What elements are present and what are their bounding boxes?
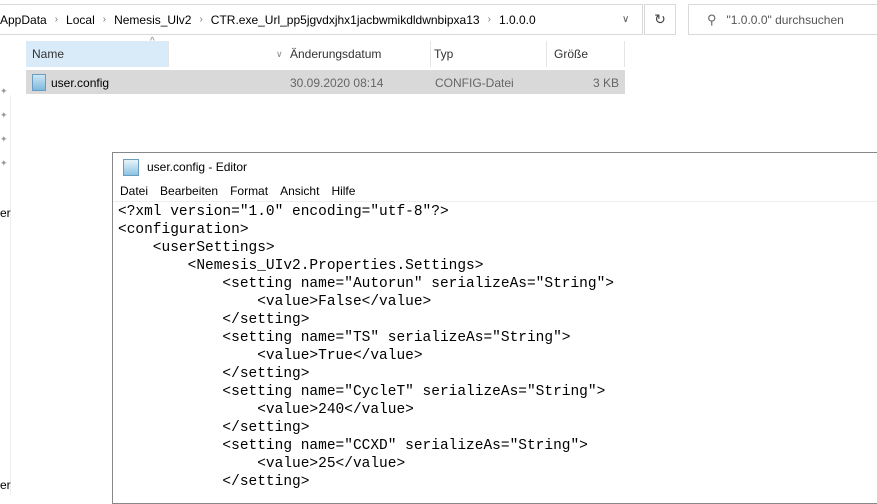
window-title: user.config - Editor [147, 160, 248, 174]
nav-item-fragment[interactable]: er [0, 206, 11, 220]
code-line: <Nemesis_UIv2.Properties.Settings> [118, 258, 484, 274]
refresh-icon: ↻ [654, 11, 666, 27]
address-bar[interactable]: AppData › Local › Nemesis_Ulv2 › CTR.exe_Ur… [0, 4, 643, 35]
code-line: <setting name="TS" serializeAs="String"> [118, 330, 571, 346]
code-line: <setting name="CCXD" serializeAs="String… [118, 438, 588, 454]
code-line: <value>True</value> [118, 348, 423, 364]
breadcrumb-version[interactable]: 1.0.0.0 [499, 13, 536, 27]
code-line: </setting> [118, 312, 310, 328]
column-label: Größe [554, 47, 589, 61]
file-type: CONFIG-Datei [435, 76, 514, 90]
refresh-button[interactable]: ↻ [644, 4, 676, 35]
breadcrumb-local[interactable]: Local [66, 13, 95, 27]
text-area[interactable]: <?xml version="1.0" encoding="utf-8"?> <c… [113, 201, 877, 491]
code-line: <value>240</value> [118, 402, 414, 418]
nav-item-fragment[interactable]: er [0, 478, 11, 492]
breadcrumb-nemesis[interactable]: Nemesis_Ulv2 [114, 13, 191, 27]
menu-bar: Datei Bearbeiten Format Ansicht Hilfe [113, 181, 877, 201]
code-line: <setting name="CycleT" serializeAs="Stri… [118, 384, 606, 400]
search-input[interactable]: ⚲ "1.0.0.0" durchsuchen [688, 4, 877, 35]
file-row[interactable]: user.config 30.09.2020 08:14 CONFIG-Date… [26, 70, 625, 94]
sort-ascending-icon: ^ [150, 36, 155, 47]
chevron-right-icon: › [102, 14, 107, 25]
notepad-icon [123, 158, 139, 176]
column-label: Typ [434, 47, 454, 61]
code-line: <?xml version="1.0" encoding="utf-8"?> [118, 204, 449, 220]
title-bar[interactable]: user.config - Editor [113, 153, 877, 181]
code-line: <configuration> [118, 222, 249, 238]
code-line: <value>False</value> [118, 294, 432, 310]
notepad-window: user.config - Editor Datei Bearbeiten Fo… [112, 152, 877, 504]
nav-pane-divider [10, 95, 11, 495]
search-icon: ⚲ [707, 11, 717, 27]
code-line: </setting> [118, 474, 310, 490]
code-line: <setting name="Autorun" serializeAs="Str… [118, 276, 614, 292]
code-line: </setting> [118, 420, 310, 436]
menu-hilfe[interactable]: Hilfe [331, 184, 355, 198]
code-line: <userSettings> [118, 240, 275, 256]
column-label: Name [32, 47, 65, 61]
file-date: 30.09.2020 08:14 [290, 76, 384, 90]
pin-icon: ✦ [0, 158, 8, 168]
chevron-right-icon: › [199, 14, 203, 25]
pin-icon: ✦ [0, 86, 8, 96]
breadcrumb-ctr[interactable]: CTR.exe_Url_pp5jgvdxjhx1jacbwmikdldwnbip… [211, 13, 480, 27]
code-line: <value>25</value> [118, 456, 406, 472]
history-dropdown-icon[interactable]: ∨ [622, 14, 629, 25]
chevron-right-icon: › [487, 14, 491, 25]
column-label: Änderungsdatum [290, 47, 382, 61]
menu-datei[interactable]: Datei [120, 184, 148, 198]
chevron-right-icon: › [54, 14, 59, 25]
file-size: 3 KB [592, 76, 619, 90]
breadcrumb-appdata[interactable]: AppData [0, 13, 47, 27]
menu-format[interactable]: Format [230, 184, 268, 198]
column-header-type[interactable]: Typ [428, 41, 547, 67]
column-header-date[interactable]: ∨ Änderungsdatum [276, 41, 431, 67]
code-line: </setting> [118, 366, 310, 382]
chevron-down-icon: ∨ [276, 48, 283, 59]
column-header-size[interactable]: Größe [548, 41, 625, 67]
search-placeholder: "1.0.0.0" durchsuchen [726, 12, 844, 27]
menu-ansicht[interactable]: Ansicht [280, 184, 319, 198]
pin-icon: ✦ [0, 110, 8, 120]
pin-icon: ✦ [0, 134, 8, 144]
menu-bearbeiten[interactable]: Bearbeiten [160, 184, 218, 198]
config-file-icon [32, 74, 46, 91]
column-header-name[interactable]: Name [26, 41, 169, 67]
file-name: user.config [51, 76, 110, 90]
